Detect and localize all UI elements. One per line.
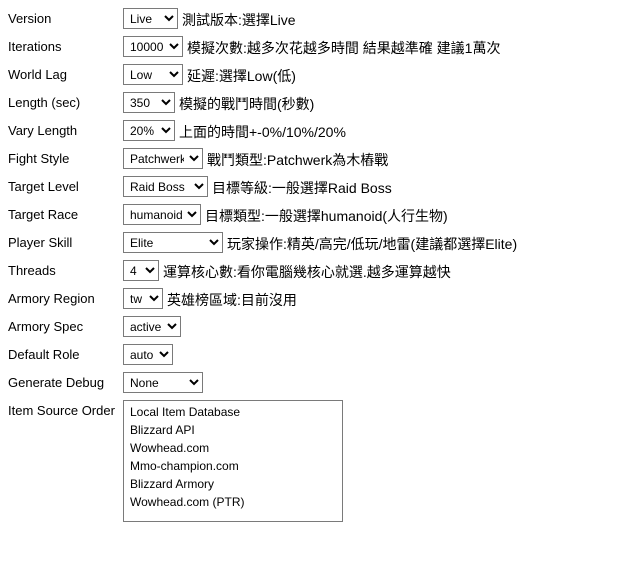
setting-select[interactable]: None [123, 372, 203, 393]
setting-description: 戰鬥類型:Patchwerk為木樁戰 [207, 148, 388, 170]
setting-select[interactable]: tw [123, 288, 163, 309]
setting-select[interactable]: auto [123, 344, 173, 365]
setting-select[interactable]: humanoid [123, 204, 201, 225]
setting-row: Iterations10000模擬次數:越多次花越多時間 結果越準確 建議1萬次 [8, 36, 628, 58]
setting-description: 上面的時間+-0%/10%/20% [179, 120, 346, 142]
setting-select[interactable]: active [123, 316, 181, 337]
setting-row: Target Racehumanoid目標類型:一般選擇humanoid(人行生… [8, 204, 628, 226]
setting-description: 玩家操作:精英/高完/低玩/地雷(建議都選擇Elite) [227, 232, 517, 254]
setting-select[interactable]: 350 [123, 92, 175, 113]
setting-label: Iterations [8, 36, 123, 54]
setting-row: Length (sec)350模擬的戰鬥時間(秒數) [8, 92, 628, 114]
setting-row: Armory Specactive [8, 316, 628, 338]
setting-select[interactable]: Live [123, 8, 178, 29]
list-item[interactable]: Blizzard Armory [126, 475, 340, 493]
setting-description: 延遲:選擇Low(低) [187, 64, 296, 86]
item-source-order-listbox[interactable]: Local Item Database Blizzard API Wowhead… [123, 400, 343, 522]
list-item[interactable]: Blizzard API [126, 421, 340, 439]
setting-label: Vary Length [8, 120, 123, 138]
setting-description: 測試版本:選擇Live [182, 8, 296, 30]
setting-row: Default Roleauto [8, 344, 628, 366]
setting-row: Threads4運算核心數:看你電腦幾核心就選.越多運算越快 [8, 260, 628, 282]
setting-row: Armory Regiontw英雄榜區域:目前沒用 [8, 288, 628, 310]
setting-label: Armory Region [8, 288, 123, 306]
list-item[interactable]: Wowhead.com (PTR) [126, 493, 340, 511]
setting-row: Fight StylePatchwerk戰鬥類型:Patchwerk為木樁戰 [8, 148, 628, 170]
list-item[interactable]: Local Item Database [126, 403, 340, 421]
item-source-order-row: Item Source Order Local Item Database Bl… [8, 400, 628, 522]
setting-row: VersionLive測試版本:選擇Live [8, 8, 628, 30]
setting-select[interactable]: Patchwerk [123, 148, 203, 169]
setting-select[interactable]: Low [123, 64, 183, 85]
setting-description: 英雄榜區域:目前沒用 [167, 288, 297, 310]
setting-select[interactable]: 20% [123, 120, 175, 141]
setting-select[interactable]: 4 [123, 260, 159, 281]
setting-row: Generate DebugNone [8, 372, 628, 394]
item-source-order-label: Item Source Order [8, 400, 123, 418]
setting-label: Armory Spec [8, 316, 123, 334]
setting-select[interactable]: Raid Boss [123, 176, 208, 197]
setting-label: Target Race [8, 204, 123, 222]
setting-label: Length (sec) [8, 92, 123, 110]
setting-label: Target Level [8, 176, 123, 194]
list-item[interactable]: Wowhead.com [126, 439, 340, 457]
list-item[interactable]: Mmo-champion.com [126, 457, 340, 475]
setting-row: Target LevelRaid Boss目標等級:一般選擇Raid Boss [8, 176, 628, 198]
setting-label: Threads [8, 260, 123, 278]
setting-row: Player SkillElite玩家操作:精英/高完/低玩/地雷(建議都選擇E… [8, 232, 628, 254]
setting-description: 目標類型:一般選擇humanoid(人行生物) [205, 204, 448, 226]
setting-label: Default Role [8, 344, 123, 362]
setting-description: 目標等級:一般選擇Raid Boss [212, 176, 392, 198]
setting-label: Generate Debug [8, 372, 123, 390]
setting-row: World LagLow延遲:選擇Low(低) [8, 64, 628, 86]
setting-description: 運算核心數:看你電腦幾核心就選.越多運算越快 [163, 260, 451, 282]
setting-select[interactable]: 10000 [123, 36, 183, 57]
setting-label: Version [8, 8, 123, 26]
setting-select[interactable]: Elite [123, 232, 223, 253]
setting-label: Player Skill [8, 232, 123, 250]
setting-label: World Lag [8, 64, 123, 82]
setting-description: 模擬的戰鬥時間(秒數) [179, 92, 314, 114]
setting-row: Vary Length20%上面的時間+-0%/10%/20% [8, 120, 628, 142]
setting-label: Fight Style [8, 148, 123, 166]
setting-description: 模擬次數:越多次花越多時間 結果越準確 建議1萬次 [187, 36, 500, 58]
